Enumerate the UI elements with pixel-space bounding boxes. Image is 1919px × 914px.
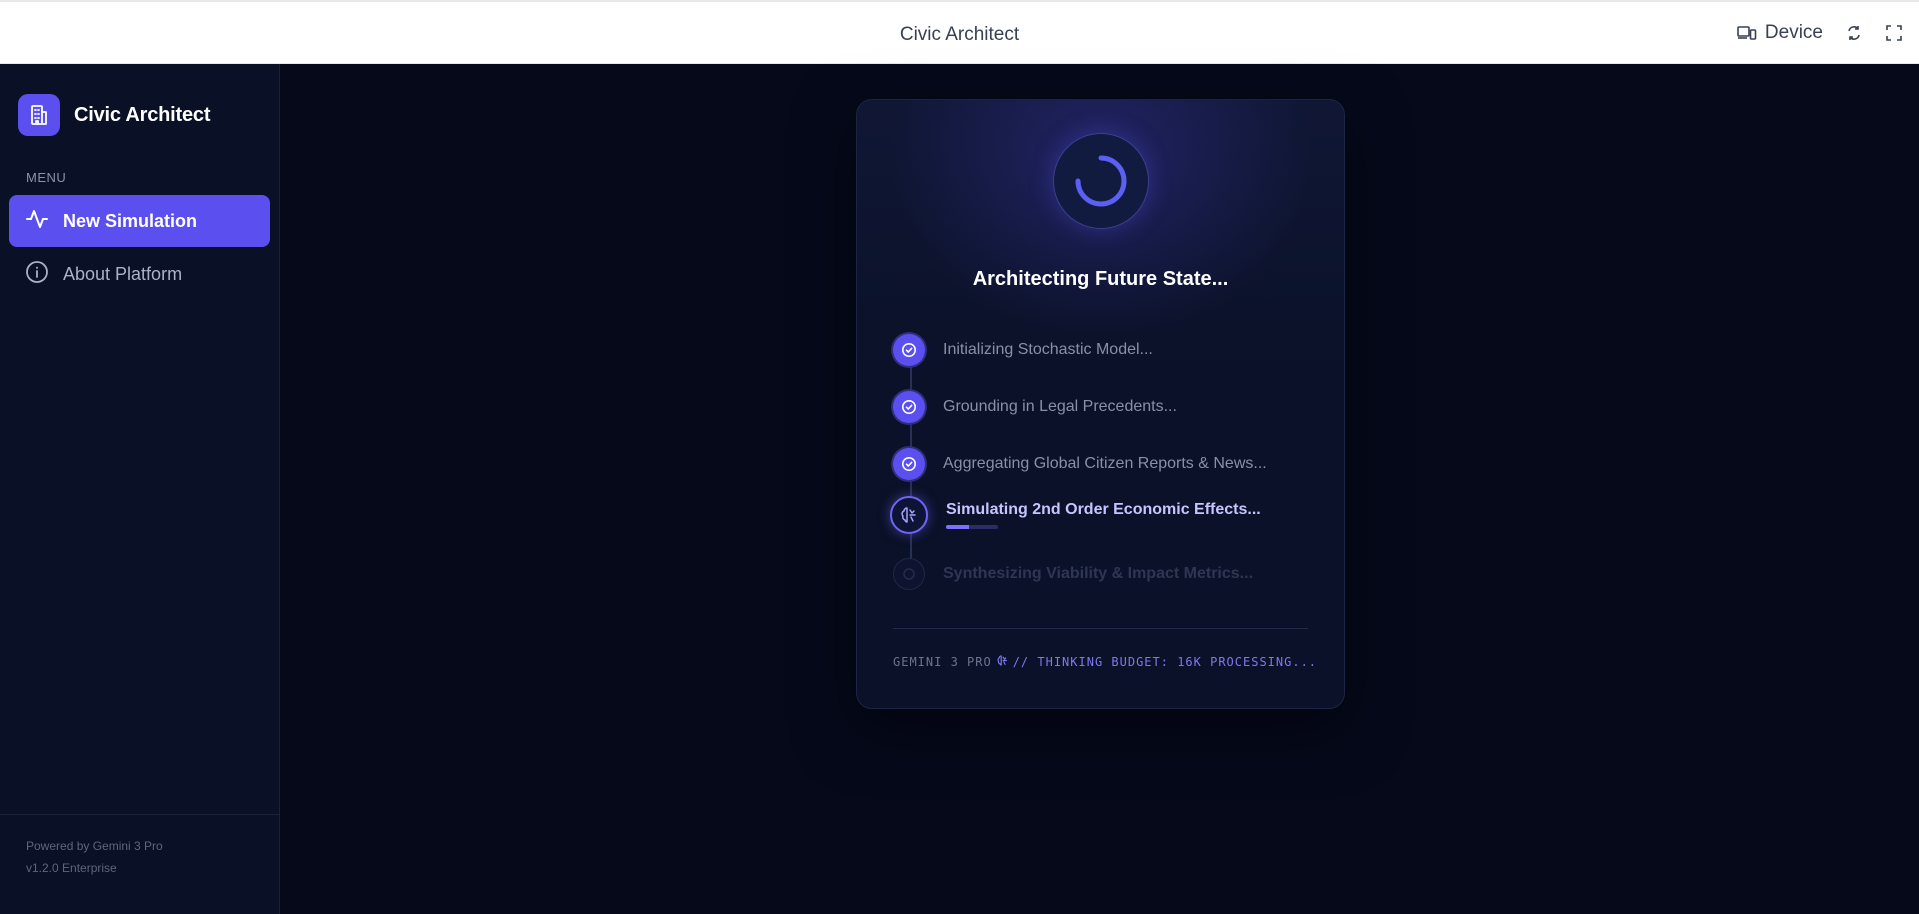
sidebar: Civic Architect MENU New Simulation Abou… [0,64,280,914]
brain-icon [996,654,1009,670]
check-circle-icon [893,391,925,423]
step-item: Initializing Stochastic Model... [893,334,1153,366]
check-circle-icon [893,334,925,366]
sidebar-item-label: About Platform [63,263,183,284]
menu-label: MENU [26,170,67,185]
check-circle-icon [893,448,925,480]
loading-card: Architecting Future State... Initializin… [856,99,1345,709]
step-label: Initializing Stochastic Model... [943,341,1153,358]
topbar-controls: Device [1737,22,1903,44]
activity-icon [25,207,49,236]
brain-icon [890,496,928,534]
step-progress-fill [946,525,970,529]
device-label: Device [1764,22,1823,43]
main-area: Architecting Future State... Initializin… [280,64,1919,914]
loading-title: Architecting Future State... [972,268,1229,290]
sidebar-item-about-platform[interactable]: About Platform [9,248,270,300]
step-label: Aggregating Global Citizen Reports & New… [943,455,1267,472]
step-item-active: Simulating 2nd Order Economic Effects... [890,496,1261,534]
model-status-line: GEMINI 3 PRO // THINKING BUDGET: 16K PRO… [893,654,1317,670]
step-label: Simulating 2nd Order Economic Effects... [946,501,1261,518]
step-label: Grounding in Legal Precedents... [943,398,1177,415]
step-item-pending: Synthesizing Viability & Impact Metrics.… [893,558,1253,590]
step-item: Grounding in Legal Precedents... [893,391,1177,423]
brand-name: Civic Architect [74,103,211,126]
spinner-icon [1075,155,1127,207]
version-text: v1.2.0 Enterprise [26,861,117,875]
model-name: GEMINI 3 PRO [893,655,992,669]
info-icon [25,260,49,289]
step-item: Aggregating Global Citizen Reports & New… [893,448,1267,480]
powered-by-text: Powered by Gemini 3 Pro [26,839,163,853]
device-toggle-button[interactable]: Device [1737,22,1823,44]
spinner [1053,133,1149,229]
device-icon [1737,25,1757,41]
top-bar: Civic Architect Device [0,0,1919,64]
sidebar-item-label: New Simulation [63,210,198,231]
pending-circle-icon [893,558,925,590]
sidebar-item-new-simulation[interactable]: New Simulation [9,195,270,247]
building-icon [18,94,60,136]
fullscreen-icon[interactable] [1885,24,1903,42]
step-progress-bar [946,525,998,529]
processing-status: // THINKING BUDGET: 16K PROCESSING... [1012,655,1318,669]
sidebar-footer: Powered by Gemini 3 Pro v1.2.0 Enterpris… [0,814,279,914]
step-label: Synthesizing Viability & Impact Metrics.… [943,565,1254,582]
card-divider [893,628,1308,629]
brand[interactable]: Civic Architect [18,94,211,136]
window-title: Civic Architect [899,24,1020,45]
rotate-icon[interactable] [1845,24,1863,42]
